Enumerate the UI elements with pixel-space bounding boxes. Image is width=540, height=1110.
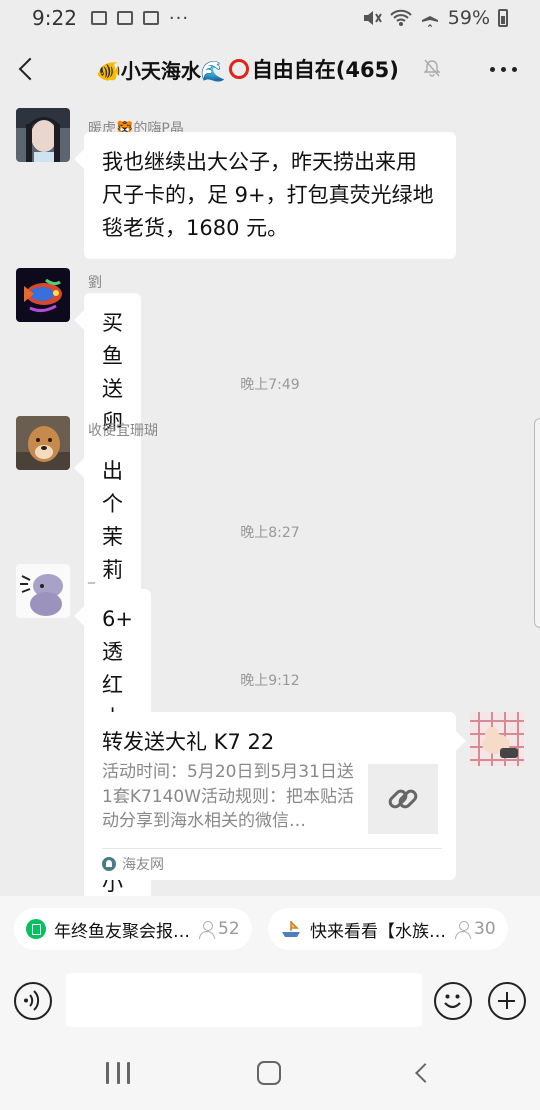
battery-icon — [498, 9, 508, 27]
more-notifications-icon: ··· — [168, 7, 190, 29]
more-button[interactable] — [488, 58, 518, 80]
status-notification-icons: ··· — [90, 7, 190, 29]
card-divider — [102, 848, 442, 849]
red-circle-icon — [228, 59, 249, 79]
recents-button[interactable] — [106, 1062, 130, 1084]
avatar[interactable] — [16, 268, 70, 322]
back-chevron-icon — [18, 57, 42, 81]
message-bubble[interactable]: 我也继续出大公子，昨天捞出来用 尺子卡的，足 9+，打包真荧光绿地 毯老货，16… — [84, 132, 456, 259]
chat-area[interactable]: 暖虎🐯的嗨P晶 我也继续出大公子，昨天捞出来用 尺子卡的，足 9+，打包真荧光绿… — [0, 102, 540, 896]
avatar[interactable] — [16, 108, 70, 162]
status-system-icons: 59% — [362, 7, 508, 29]
pinned-chip-label: 快来看看【水族… — [310, 921, 446, 942]
sender-name: 收便宜珊瑚 — [88, 423, 158, 439]
emoji-button[interactable] — [434, 982, 472, 1020]
bell-muted-icon — [424, 59, 440, 77]
source-name: 海友网 — [122, 857, 164, 873]
link-icon — [388, 789, 418, 809]
message-line: 我也继续出大公子，昨天捞出来用 — [102, 150, 417, 174]
avatar[interactable] — [16, 564, 70, 618]
plus-button[interactable] — [488, 982, 526, 1020]
voice-icon — [24, 990, 40, 1011]
timestamp: 晚上8:27 — [240, 525, 300, 541]
pinned-chip-label: 年终鱼友聚会报… — [54, 921, 190, 942]
system-back-button[interactable] — [415, 1063, 435, 1083]
status-bar: 9:22 ··· 59% — [0, 0, 540, 36]
chat-title: 🐠小天海水🌊 自由自在(465) — [96, 36, 399, 102]
more-dot — [511, 66, 517, 72]
bag-icon — [116, 11, 133, 25]
link-card-title: 转发送大礼 K7 22 — [102, 730, 275, 754]
message-input[interactable] — [66, 973, 422, 1027]
emoji-icon — [444, 994, 461, 1009]
source-logo-icon — [102, 857, 116, 871]
message-line: 尺子卡的，足 9+，打包真荧光绿地 — [102, 183, 434, 207]
voice-button[interactable] — [14, 982, 52, 1020]
message-line: 毯老货，1680 元。 — [102, 216, 289, 240]
gallery-icon — [90, 11, 107, 25]
chat-header: 🐠小天海水🌊 自由自在(465) — [0, 36, 540, 102]
sender-name: _ — [88, 568, 95, 584]
sender-name: 劉 — [88, 275, 102, 291]
link-thumbnail — [368, 764, 438, 834]
pinned-bar: 年终鱼友聚会报… 52 快来看看【水族… 30 — [0, 896, 540, 964]
system-nav-bar — [0, 1038, 540, 1110]
title-part1: 🐠小天海水🌊 — [96, 58, 226, 83]
wifi-icon — [390, 9, 412, 26]
link-card-description: 活动时间：5月20日到5月31日送1套K7140W活动规则：把本贴活动分享到海水… — [102, 762, 355, 831]
pinned-chip[interactable]: 年终鱼友聚会报… 52 — [14, 908, 252, 950]
link-card[interactable]: 转发送大礼 K7 22 活动时间：5月20日到5月31日送1套K7140W活动规… — [84, 712, 456, 880]
more-dot — [500, 66, 506, 72]
link-card-source: 海友网 — [102, 852, 164, 876]
pinned-chip-count: 52 — [198, 919, 240, 939]
airplane-icon — [421, 9, 438, 27]
avatar[interactable] — [16, 416, 70, 470]
person-icon — [454, 920, 472, 939]
timestamp: 晚上7:49 — [240, 377, 300, 393]
title-part2: 自由自在(465) — [251, 58, 399, 82]
mute-status-icon — [363, 11, 382, 25]
input-bar — [0, 964, 540, 1038]
person-icon — [198, 920, 216, 939]
my-avatar[interactable] — [470, 712, 524, 766]
more-dots-icon — [489, 66, 495, 72]
timestamp: 晚上9:12 — [240, 673, 300, 689]
pinned-chip[interactable]: 快来看看【水族… 30 — [268, 908, 508, 950]
pinned-chip-count: 30 — [454, 919, 496, 939]
battery-percent: 59% — [447, 7, 490, 29]
status-time: 9:22 — [32, 6, 77, 30]
participant-count: 52 — [218, 919, 240, 939]
home-button[interactable] — [257, 1061, 281, 1085]
back-button[interactable] — [0, 36, 52, 102]
app-icon — [142, 11, 159, 25]
participant-count: 30 — [474, 919, 496, 939]
doc-icon — [26, 919, 46, 939]
scroll-indicator[interactable] — [534, 418, 540, 628]
ship-icon — [282, 921, 300, 937]
